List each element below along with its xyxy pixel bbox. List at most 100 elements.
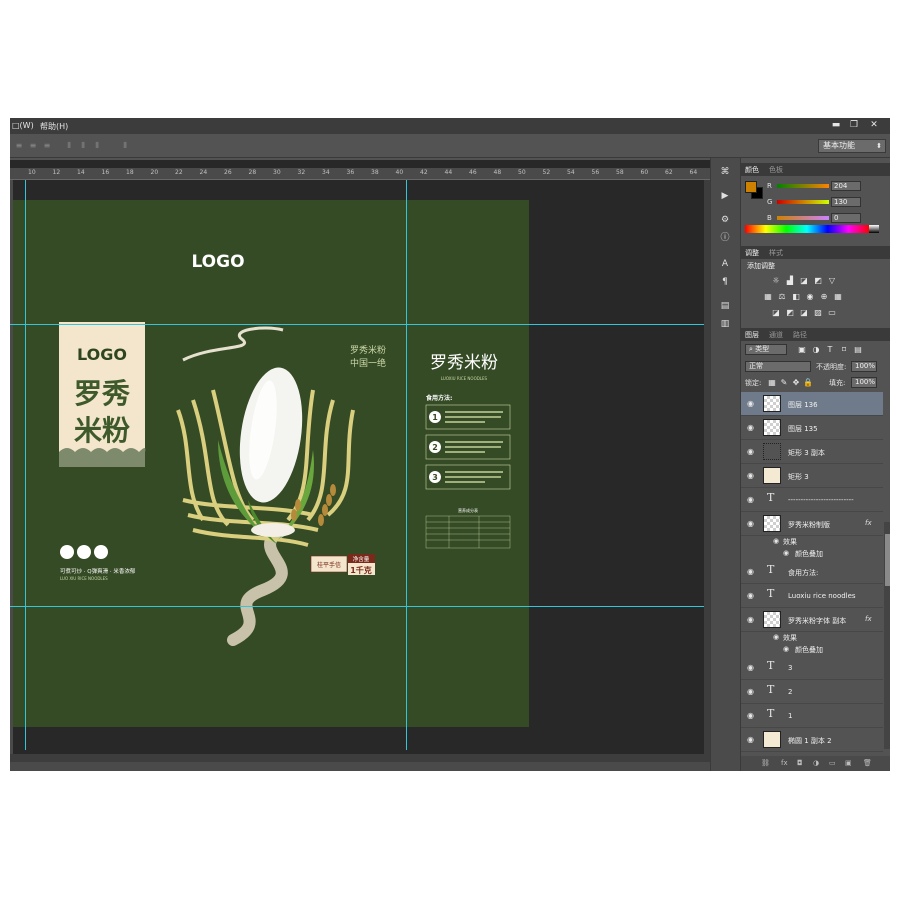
color-balance-icon[interactable]: ⚖	[777, 292, 787, 301]
layer-row[interactable]: ◉ T --------------------------	[741, 488, 883, 512]
color-spectrum-bw[interactable]	[869, 225, 879, 233]
threshold-icon[interactable]: ◪	[799, 308, 809, 317]
filter-type-icon[interactable]: T	[825, 345, 835, 354]
layer-row[interactable]: ◉ 矩形 3 副本	[741, 440, 883, 464]
posterize-icon[interactable]: ◩	[785, 308, 795, 317]
design-canvas[interactable]: LOGO LOGO 罗秀 米粉 罗秀米粉 中国一绝 罗秀米粉 LUOXIU RI…	[13, 200, 529, 727]
visibility-eye-icon[interactable]: ◉	[747, 447, 754, 456]
workspace-select[interactable]: 基本功能 ⬍	[818, 139, 886, 153]
filter-smart-icon[interactable]: ▤	[853, 345, 863, 354]
layer-row[interactable]: ◉ 矩形 3	[741, 464, 883, 488]
distribute-icon[interactable]: ⫴	[120, 141, 130, 150]
menu-help[interactable]: 帮助(H)	[40, 121, 68, 132]
add-style-icon[interactable]: fx	[781, 759, 788, 767]
channel-b-slider[interactable]	[777, 216, 829, 220]
layer-name[interactable]: 罗秀米粉字体 副本	[788, 616, 846, 626]
opacity-input[interactable]: 100%	[851, 361, 877, 372]
minimize-icon[interactable]: ▬	[828, 120, 844, 131]
visibility-eye-icon[interactable]: ◉	[747, 519, 754, 528]
visibility-eye-icon[interactable]: ◉	[747, 615, 754, 624]
visibility-eye-icon[interactable]: ◉	[747, 423, 754, 432]
curves-icon[interactable]: ◪	[799, 276, 809, 285]
effect-eye-icon[interactable]: ◉	[773, 633, 779, 641]
filter-pixel-icon[interactable]: ▣	[797, 345, 807, 354]
layer-name[interactable]: 1	[788, 712, 792, 720]
visibility-eye-icon[interactable]: ◉	[747, 399, 754, 408]
hue-saturation-icon[interactable]: ▦	[763, 292, 773, 301]
lock-all-icon[interactable]: 🔒	[803, 378, 813, 387]
visibility-eye-icon[interactable]: ◉	[747, 663, 754, 672]
tab-color[interactable]: 颜色	[745, 165, 759, 175]
channel-mixer-icon[interactable]: ⊕	[819, 292, 829, 301]
fill-input[interactable]: 100%	[851, 377, 877, 388]
guide-horizontal-1[interactable]	[10, 324, 704, 325]
character-icon[interactable]: A	[719, 258, 731, 270]
new-adjustment-icon[interactable]: ◑	[813, 759, 819, 767]
gradient-map-icon[interactable]: ▭	[827, 308, 837, 317]
layer-row[interactable]: ◉ 图层 136	[741, 392, 883, 416]
layer-row[interactable]: ◉ T Luoxiu rice noodles	[741, 584, 883, 608]
channel-r-value[interactable]: 204	[831, 181, 861, 191]
align-vcenter-icon[interactable]: ≡	[28, 141, 38, 150]
lock-transparent-icon[interactable]: ▦	[767, 378, 777, 387]
lock-pixels-icon[interactable]: ✎	[779, 378, 789, 387]
layer-name[interactable]: Luoxiu rice noodles	[788, 592, 856, 600]
effect-eye-icon[interactable]: ◉	[783, 645, 789, 653]
blend-mode-select[interactable]: 正常	[745, 361, 811, 372]
layer-name[interactable]: 食用方法:	[788, 568, 818, 578]
layer-name[interactable]: 3	[788, 664, 792, 672]
align-left-icon[interactable]: ⫴	[64, 141, 74, 150]
layer-name[interactable]: 椭圆 1 副本 2	[788, 736, 832, 746]
layer-name[interactable]: --------------------------	[788, 496, 854, 504]
visibility-eye-icon[interactable]: ◉	[747, 711, 754, 720]
effect-eye-icon[interactable]: ◉	[783, 549, 789, 557]
channel-g-value[interactable]: 130	[831, 197, 861, 207]
align-right-icon[interactable]: ⫴	[92, 141, 102, 150]
layer-row[interactable]: ◉ 椭圆 1 副本 2	[741, 728, 883, 752]
layer-row[interactable]: ◉ 罗秀米粉字体 副本 fx	[741, 608, 883, 632]
layer-row[interactable]: ◉ T 食用方法:	[741, 560, 883, 584]
channel-r-slider[interactable]	[777, 184, 829, 188]
layer-name[interactable]: 2	[788, 688, 792, 696]
guide-vertical-2[interactable]	[406, 180, 407, 750]
align-bottom-icon[interactable]: ≡	[42, 141, 52, 150]
levels-icon[interactable]: ▟	[785, 276, 795, 285]
exposure-icon[interactable]: ◩	[813, 276, 823, 285]
filter-adjustment-icon[interactable]: ◑	[811, 345, 821, 354]
layer-comps-icon[interactable]: ▥	[719, 318, 731, 330]
selective-color-icon[interactable]: ▨	[813, 308, 823, 317]
invert-icon[interactable]: ◪	[771, 308, 781, 317]
history-icon[interactable]: ⌘	[719, 166, 731, 178]
layer-effect-row[interactable]: ◉ 效果	[741, 632, 883, 644]
delete-layer-icon[interactable]: 🗑	[863, 759, 872, 767]
layer-row[interactable]: ◉ 图层 135	[741, 416, 883, 440]
visibility-eye-icon[interactable]: ◉	[747, 591, 754, 600]
visibility-eye-icon[interactable]: ◉	[747, 567, 754, 576]
tab-swatches[interactable]: 色板	[769, 165, 783, 175]
photo-filter-icon[interactable]: ◉	[805, 292, 815, 301]
tab-styles[interactable]: 样式	[769, 248, 783, 258]
layer-effect-row[interactable]: ◉ 颜色叠加	[741, 548, 883, 560]
color-lookup-icon[interactable]: ▦	[833, 292, 843, 301]
clone-source-icon[interactable]: ▤	[719, 300, 731, 312]
black-white-icon[interactable]: ◧	[791, 292, 801, 301]
horizontal-ruler[interactable]: 10 12 14 16 18 20 22 24 26 28 30 32 34 36 38 40 42 44 46 48…	[10, 168, 710, 180]
add-mask-icon[interactable]: ◘	[797, 759, 803, 767]
layer-name[interactable]: 罗秀米粉制版	[788, 520, 830, 530]
layer-effect-row[interactable]: ◉ 效果	[741, 536, 883, 548]
vibrance-icon[interactable]: ▽	[827, 276, 837, 285]
canvas-horizontal-scrollbar[interactable]	[10, 754, 710, 762]
layer-row[interactable]: ◉ T 3	[741, 656, 883, 680]
info-icon[interactable]: ⓘ	[719, 232, 731, 244]
layer-row[interactable]: ◉ T 1	[741, 704, 883, 728]
color-spectrum[interactable]	[745, 225, 869, 233]
close-icon[interactable]: ✕	[866, 120, 882, 131]
layer-kind-filter[interactable]: ⌕ 类型	[745, 344, 787, 355]
layer-name[interactable]: 矩形 3 副本	[788, 448, 825, 458]
guide-horizontal-2[interactable]	[10, 606, 704, 607]
layer-row[interactable]: ◉ T 2	[741, 680, 883, 704]
layer-row[interactable]: ◉ 罗秀米粉制版 fx	[741, 512, 883, 536]
tab-adjustments[interactable]: 调整	[745, 248, 759, 258]
visibility-eye-icon[interactable]: ◉	[747, 687, 754, 696]
new-group-icon[interactable]: ▭	[829, 759, 836, 767]
